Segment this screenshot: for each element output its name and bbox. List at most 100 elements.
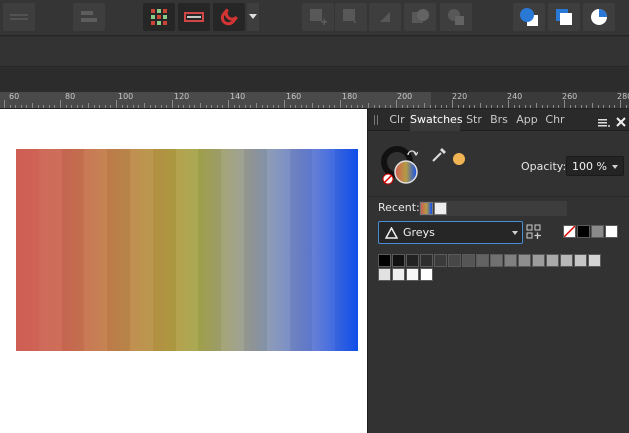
ruler-label: 80: [65, 92, 76, 101]
grey-swatch[interactable]: [476, 254, 489, 267]
ruler-tick: [205, 105, 207, 108]
tab-swatches[interactable]: Swatches: [410, 109, 463, 131]
ruler-tick: [76, 105, 78, 108]
menu-icon[interactable]: [3, 3, 35, 31]
grey-swatch[interactable]: [406, 268, 419, 281]
document-tab-strip: [0, 68, 629, 92]
snap-grid-button[interactable]: [143, 3, 175, 31]
color-picker-icon[interactable]: [431, 147, 447, 167]
ruler-tick: [149, 105, 151, 108]
ruler-tick: [110, 105, 112, 108]
subtract-shape-icon[interactable]: -: [335, 3, 367, 31]
ruler-label: 140: [230, 92, 246, 101]
grey-swatch[interactable]: [420, 268, 433, 281]
panel-tab-bar: Clr Swatches Str Brs App Chr: [368, 109, 629, 131]
grey-swatch[interactable]: [560, 254, 573, 267]
swatches-panel: Clr Swatches Str Brs App Chr Opacity: 10…: [367, 109, 629, 433]
grey-swatch[interactable]: [462, 254, 475, 267]
grey-swatch[interactable]: [392, 254, 405, 267]
ruler-tick: [300, 105, 302, 108]
close-icon[interactable]: [615, 113, 627, 132]
grey-swatch[interactable]: [406, 254, 419, 267]
ruler-tick: [390, 105, 392, 108]
document-canvas[interactable]: [0, 109, 367, 433]
ruler-tick: [261, 105, 263, 108]
grey-swatch[interactable]: [588, 254, 601, 267]
move-back-icon[interactable]: [548, 3, 580, 31]
grey-swatch[interactable]: [378, 254, 391, 267]
grey-swatch[interactable]: [532, 254, 545, 267]
ruler-tick: [155, 105, 157, 108]
ruler-tick: [317, 105, 319, 108]
ruler-tick: [446, 105, 448, 108]
quick-swatch-black[interactable]: [577, 225, 590, 238]
grey-swatch[interactable]: [434, 254, 447, 267]
ruler-tick: [457, 105, 459, 108]
ruler-tick: [424, 103, 425, 108]
tab-stroke[interactable]: Str: [463, 109, 485, 131]
ruler-tick: [82, 105, 84, 108]
chevron-down-icon[interactable]: [512, 231, 518, 235]
recent-swatch[interactable]: [434, 202, 447, 215]
swap-colors-icon[interactable]: [406, 146, 419, 165]
divide-shape-icon[interactable]: [440, 3, 472, 31]
picked-color-swatch[interactable]: [452, 151, 466, 170]
intersect-shape-icon[interactable]: [369, 3, 401, 31]
ruler-tick: [418, 105, 420, 108]
grey-swatch[interactable]: [490, 254, 503, 267]
ruler-tick: [502, 105, 504, 108]
snapping-magnet-icon[interactable]: [213, 3, 245, 31]
ruler-tick: [345, 105, 347, 108]
ruler-tick: [625, 105, 627, 108]
grey-swatch[interactable]: [574, 254, 587, 267]
snapping-options-chevron-icon[interactable]: [247, 3, 259, 31]
grey-swatch[interactable]: [546, 254, 559, 267]
ruler-tick: [368, 103, 369, 108]
quick-swatch-white[interactable]: [605, 225, 618, 238]
tab-character[interactable]: Chr: [543, 109, 567, 131]
grey-swatch[interactable]: [420, 254, 433, 267]
ruler-tick: [328, 105, 330, 108]
grey-swatch[interactable]: [392, 268, 405, 281]
chevron-down-icon[interactable]: [612, 165, 618, 169]
panel-menu-icon[interactable]: [598, 114, 610, 133]
grey-swatch[interactable]: [448, 254, 461, 267]
ruler-tick: [284, 100, 285, 108]
tab-color[interactable]: Clr: [386, 109, 408, 131]
quick-swatch-none[interactable]: [563, 225, 576, 238]
snap-bounds-button[interactable]: [178, 3, 210, 31]
ruler-tick: [306, 105, 308, 108]
xor-shape-icon[interactable]: [404, 3, 436, 31]
ruler-tick: [256, 103, 257, 108]
palette-options-icon[interactable]: [526, 224, 542, 244]
ruler-tick: [620, 100, 621, 108]
ruler-tick: [37, 105, 39, 108]
pie-shape-icon[interactable]: [583, 3, 615, 31]
grey-swatch[interactable]: [504, 254, 517, 267]
ruler-tick: [272, 105, 274, 108]
ruler-tick: [356, 105, 358, 108]
ruler-tick: [127, 105, 129, 108]
ruler-tick: [4, 100, 5, 108]
grey-swatch[interactable]: [378, 268, 391, 281]
panel-grip-icon[interactable]: [374, 115, 378, 125]
quick-swatch-grey[interactable]: [591, 225, 604, 238]
grey-swatch[interactable]: [518, 254, 531, 267]
ruler-tick: [71, 105, 73, 108]
align-icon[interactable]: [73, 3, 105, 31]
ruler-label: 100: [118, 92, 134, 101]
tab-appearance[interactable]: App: [513, 109, 541, 131]
ruler-tick: [88, 103, 89, 108]
ruler-tick: [340, 100, 341, 108]
tab-brushes[interactable]: Brs: [487, 109, 511, 131]
ruler-tick: [295, 105, 297, 108]
ruler-tick: [440, 105, 442, 108]
move-forward-icon[interactable]: [513, 3, 545, 31]
ruler-tick: [614, 105, 616, 108]
svg-text:+: +: [320, 17, 327, 26]
opacity-field[interactable]: 100 %: [566, 156, 624, 176]
palette-dropdown[interactable]: Greys: [378, 221, 523, 244]
add-shape-icon[interactable]: +: [302, 3, 334, 31]
ruler-tick: [362, 105, 364, 108]
recent-swatch[interactable]: [420, 202, 433, 215]
